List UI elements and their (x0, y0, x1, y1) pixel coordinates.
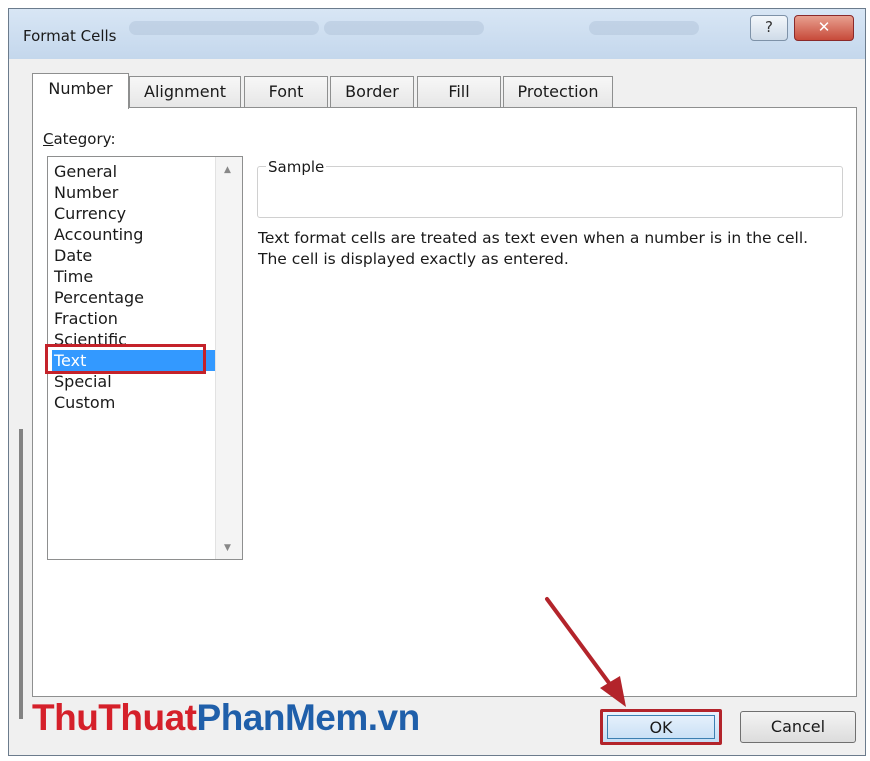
arrow-head (600, 676, 626, 707)
arrow-shaft (545, 597, 614, 689)
pointer-arrow-annotation (545, 597, 626, 707)
tab-label: Number (48, 79, 113, 98)
tab-number[interactable]: Number (32, 73, 129, 109)
